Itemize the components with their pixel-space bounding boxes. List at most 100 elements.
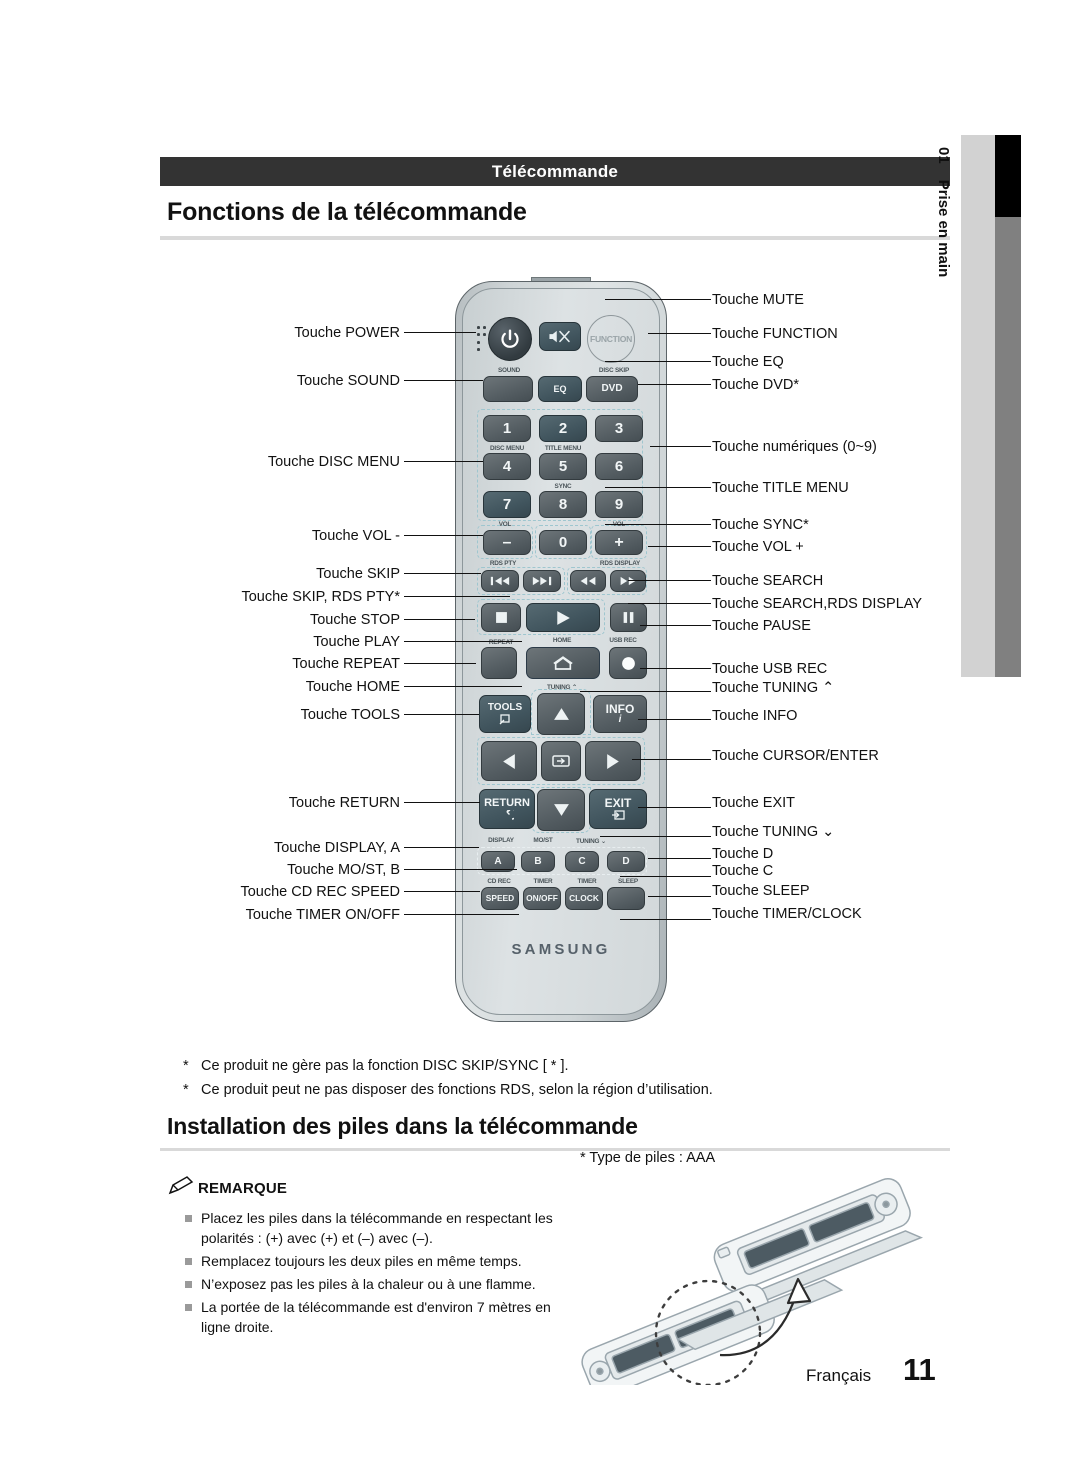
function-button[interactable]: FUNCTION: [587, 315, 635, 363]
button-d[interactable]: D: [607, 851, 645, 872]
note-bullet: [185, 1258, 192, 1265]
leader-most-b: [404, 869, 517, 870]
leader-mute: [605, 299, 711, 300]
tools-button[interactable]: TOOLS: [479, 695, 531, 733]
callout-cursor-enter: Touche CURSOR/ENTER: [712, 748, 879, 764]
cursor-right-button[interactable]: [585, 741, 641, 781]
search-forward-button[interactable]: [610, 570, 646, 592]
leader-numeriques: [650, 446, 711, 447]
num-7-button[interactable]: 7: [483, 491, 531, 518]
stop-button[interactable]: [481, 603, 521, 632]
power-button[interactable]: [488, 317, 532, 361]
cursor-left-button[interactable]: [481, 741, 537, 781]
leader-search: [628, 580, 711, 581]
callout-stop: Touche STOP: [309, 612, 400, 628]
callout-pause: Touche PAUSE: [712, 618, 811, 634]
play-button[interactable]: [526, 603, 600, 632]
leader-function: [648, 333, 711, 334]
exit-button[interactable]: EXIT: [589, 789, 647, 829]
play-icon: [557, 610, 570, 625]
volume-up-button[interactable]: +: [595, 530, 643, 555]
num-3-button[interactable]: 3: [595, 415, 643, 442]
remote-control-illustration: FUNCTION SOUND EQ DISC SKIP DVD 1 2 3 DI…: [455, 277, 667, 1022]
callout-home: Touche HOME: [305, 679, 400, 695]
note-item-2: Remplacez toujours les deux piles en mêm…: [201, 1253, 522, 1269]
cursor-down-button[interactable]: [537, 789, 585, 831]
sleep-button[interactable]: [607, 887, 645, 910]
num-1-button[interactable]: 1: [483, 415, 531, 442]
exit-glyph-icon: [611, 810, 625, 820]
section-header-bar: Télécommande: [160, 157, 950, 186]
eq-button[interactable]: EQ: [538, 376, 582, 402]
button-c[interactable]: C: [565, 851, 599, 872]
return-arrow-icon: [505, 809, 514, 820]
sound-button[interactable]: [483, 376, 533, 402]
callout-display-a: Touche DISPLAY, A: [273, 840, 400, 856]
cd-rec-label: CD REC: [487, 878, 511, 885]
skip-forward-button[interactable]: [523, 570, 561, 592]
record-icon: [621, 656, 635, 670]
skip-next-icon: [532, 576, 552, 586]
repeat-button[interactable]: [481, 647, 517, 679]
home-icon: [553, 655, 573, 670]
footer-language: Français: [806, 1366, 872, 1385]
fast-forward-icon: [620, 576, 636, 586]
section-header-title: Télécommande: [491, 161, 619, 181]
usb-rec-button[interactable]: [609, 647, 647, 679]
num-8-button[interactable]: 8: [539, 491, 587, 518]
timer-onoff-button[interactable]: ON/OFF: [523, 887, 561, 910]
dvd-button[interactable]: DVD: [586, 376, 638, 402]
callout-eq: Touche EQ: [712, 354, 784, 370]
callout-most-b: Touche MO/ST, B: [287, 862, 400, 878]
note-item-3: N’exposez pas les piles à la chaleur ou …: [201, 1276, 536, 1292]
pause-button[interactable]: [610, 603, 647, 632]
leader-sync: [605, 524, 711, 525]
display-label: DISPLAY: [488, 837, 514, 844]
note-bullet: [185, 1304, 192, 1311]
skip-back-button[interactable]: [481, 570, 519, 592]
battery-type-note: * Type de piles : AAA: [580, 1150, 716, 1166]
leader-sleep: [648, 896, 711, 897]
num-0-button[interactable]: 0: [539, 530, 587, 555]
return-label: RETURN: [484, 796, 530, 809]
tuning-down-label: TUNING ⌄: [575, 838, 607, 845]
leader-return: [404, 802, 480, 803]
leader-repeat: [404, 663, 476, 664]
callout-play: Touche PLAY: [313, 634, 400, 650]
leader-play: [404, 641, 522, 642]
mute-icon: [549, 330, 570, 343]
leader-skip-rds-pty: [404, 596, 510, 597]
leader-power: [404, 332, 476, 333]
mute-button[interactable]: [539, 322, 581, 351]
cd-rec-speed-button[interactable]: SPEED: [481, 887, 519, 910]
battery-title-rule: [160, 1148, 950, 1151]
num-4-button[interactable]: 4: [483, 453, 531, 480]
num-9-button[interactable]: 9: [595, 491, 643, 518]
num-2-button[interactable]: 2: [539, 415, 587, 442]
title-menu-label: TITLE MENU: [544, 445, 582, 452]
note-item-4: La portée de la télécommande est d'envir…: [201, 1299, 551, 1336]
search-rewind-button[interactable]: [570, 570, 606, 592]
return-button[interactable]: RETURN: [479, 789, 535, 829]
button-b[interactable]: B: [521, 851, 555, 872]
timer-clock-button[interactable]: CLOCK: [565, 887, 603, 910]
num-5-button[interactable]: 5: [539, 453, 587, 480]
callout-timer-clock: Touche TIMER/CLOCK: [712, 906, 862, 922]
footer-page-number: 11: [903, 1352, 936, 1387]
volume-down-button[interactable]: –: [483, 530, 531, 555]
side-tab-number: 01: [935, 147, 953, 164]
note-pencil-icon: [168, 1176, 194, 1195]
leader-cursor-enter: [632, 759, 711, 760]
leader-timer-clock: [620, 919, 711, 920]
arrow-right-icon: [607, 753, 619, 769]
leader-disc-menu: [404, 461, 483, 462]
cursor-up-button[interactable]: [537, 693, 585, 735]
info-button[interactable]: INFO i: [593, 695, 647, 733]
leader-display-a: [404, 847, 479, 848]
manual-page: Télécommande Fonctions de la télécommand…: [0, 0, 1080, 1476]
home-button[interactable]: [526, 647, 600, 679]
pause-icon: [623, 612, 634, 623]
num-6-button[interactable]: 6: [595, 453, 643, 480]
info-i-icon: i: [618, 714, 622, 725]
enter-button[interactable]: [541, 741, 581, 781]
